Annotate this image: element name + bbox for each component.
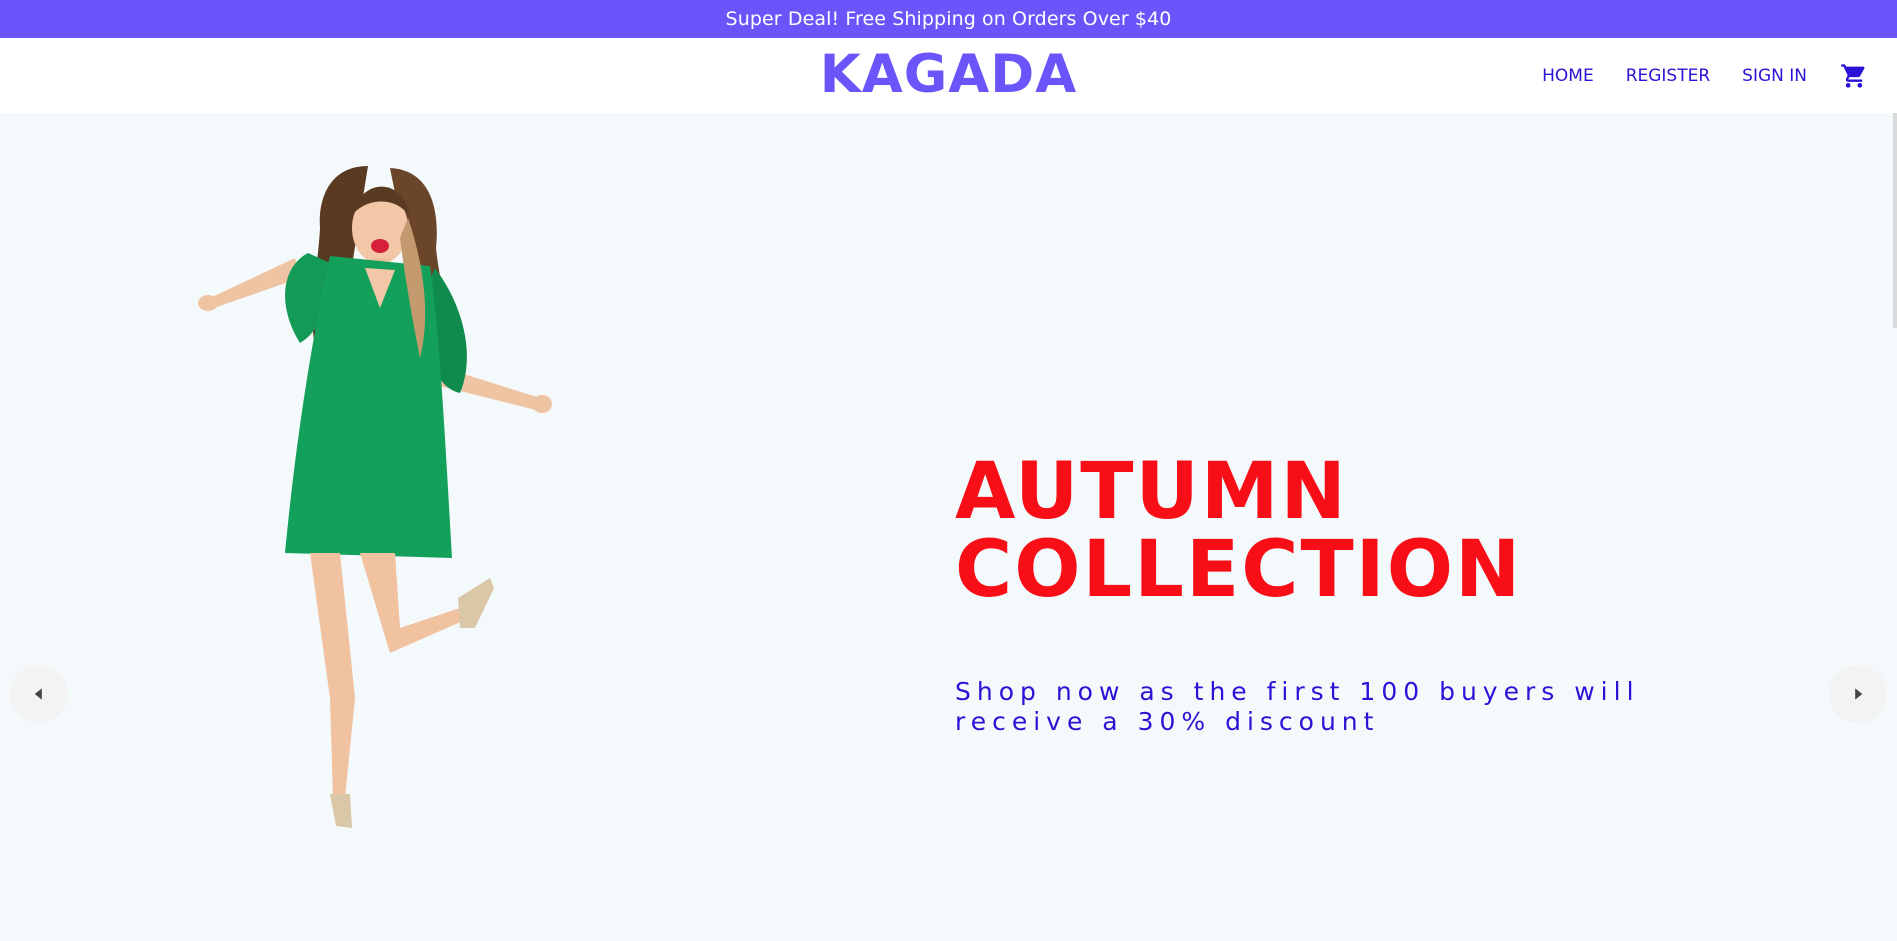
announcement-text: Super Deal! Free Shipping on Orders Over… (725, 8, 1172, 30)
model-image (198, 166, 552, 828)
hero-text-block: AUTUMN COLLECTION Shop now as the first … (955, 453, 1775, 737)
nav-menu: HOME REGISTER SIGN IN (1542, 38, 1869, 113)
announcement-bar: Super Deal! Free Shipping on Orders Over… (0, 0, 1897, 38)
shopping-cart-icon (1841, 63, 1865, 88)
nav-register[interactable]: REGISTER (1626, 66, 1710, 86)
arrow-right-icon (1855, 688, 1863, 700)
page-scrollbar[interactable] (1893, 113, 1897, 328)
nav-home[interactable]: HOME (1542, 66, 1594, 86)
navbar: KAGADA HOME REGISTER SIGN IN (0, 38, 1897, 113)
cart-button[interactable] (1839, 61, 1869, 91)
hero-subtitle: Shop now as the first 100 buyers will re… (955, 677, 1640, 736)
arrow-left-icon (34, 688, 42, 700)
slider-prev-button[interactable] (10, 665, 68, 723)
slider-next-button[interactable] (1829, 665, 1887, 723)
hero-slider: AUTUMN COLLECTION Shop now as the first … (0, 113, 1897, 941)
nav-sign-in[interactable]: SIGN IN (1742, 66, 1807, 86)
hero-title: AUTUMN COLLECTION (955, 447, 1523, 615)
